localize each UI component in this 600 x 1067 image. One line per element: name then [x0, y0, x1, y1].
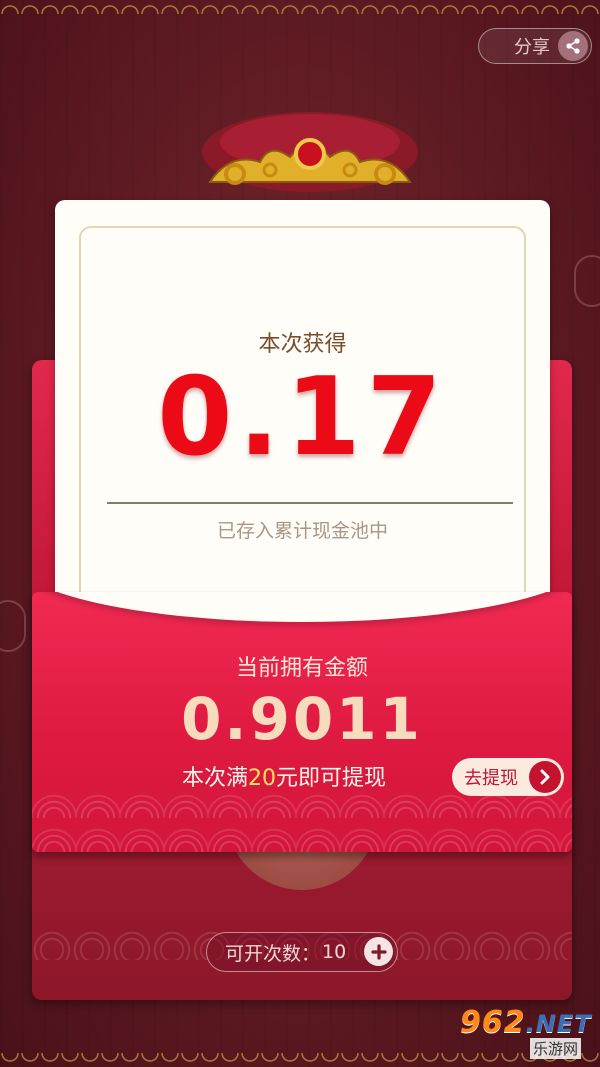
reward-title: 本次获得 — [258, 332, 347, 357]
pocket-curve — [32, 592, 572, 622]
watermark-brand: 962.NET — [460, 1005, 592, 1040]
reward-note: 已存入累计现金池中 — [216, 520, 388, 542]
share-button[interactable]: 分享 — [478, 28, 592, 64]
reward-divider — [107, 502, 513, 504]
watermark-sub: 乐游网 — [530, 1038, 582, 1059]
balance-label: 当前拥有金额 — [235, 656, 368, 681]
share-icon — [558, 31, 588, 61]
watermark-brand-net: .NET — [525, 1010, 592, 1038]
reward-amount: 0.17 — [157, 355, 448, 480]
side-ornament-right — [574, 255, 600, 307]
reward-card: 本次获得 0.17 已存入累计现金池中 — [55, 200, 550, 630]
share-label: 分享 — [514, 37, 550, 58]
god-of-wealth-hat-icon — [202, 112, 418, 192]
watermark-brand-number: 962 — [460, 1005, 526, 1040]
open-count-value: 10 — [322, 941, 347, 963]
balance-pocket: 当前拥有金额 0.9011 本次满20元即可提现 去提现 — [32, 592, 572, 852]
balance-amount: 0.9011 — [181, 685, 423, 753]
add-icon[interactable] — [364, 937, 393, 966]
side-ornament-left — [0, 600, 26, 652]
open-count-pill: 可开次数： 10 — [206, 932, 398, 972]
top-pattern-border — [0, 0, 600, 14]
site-watermark: 962.NET 乐游网 — [460, 1005, 596, 1059]
open-count-label: 可开次数： — [225, 942, 321, 965]
cloud-pattern — [32, 784, 572, 852]
